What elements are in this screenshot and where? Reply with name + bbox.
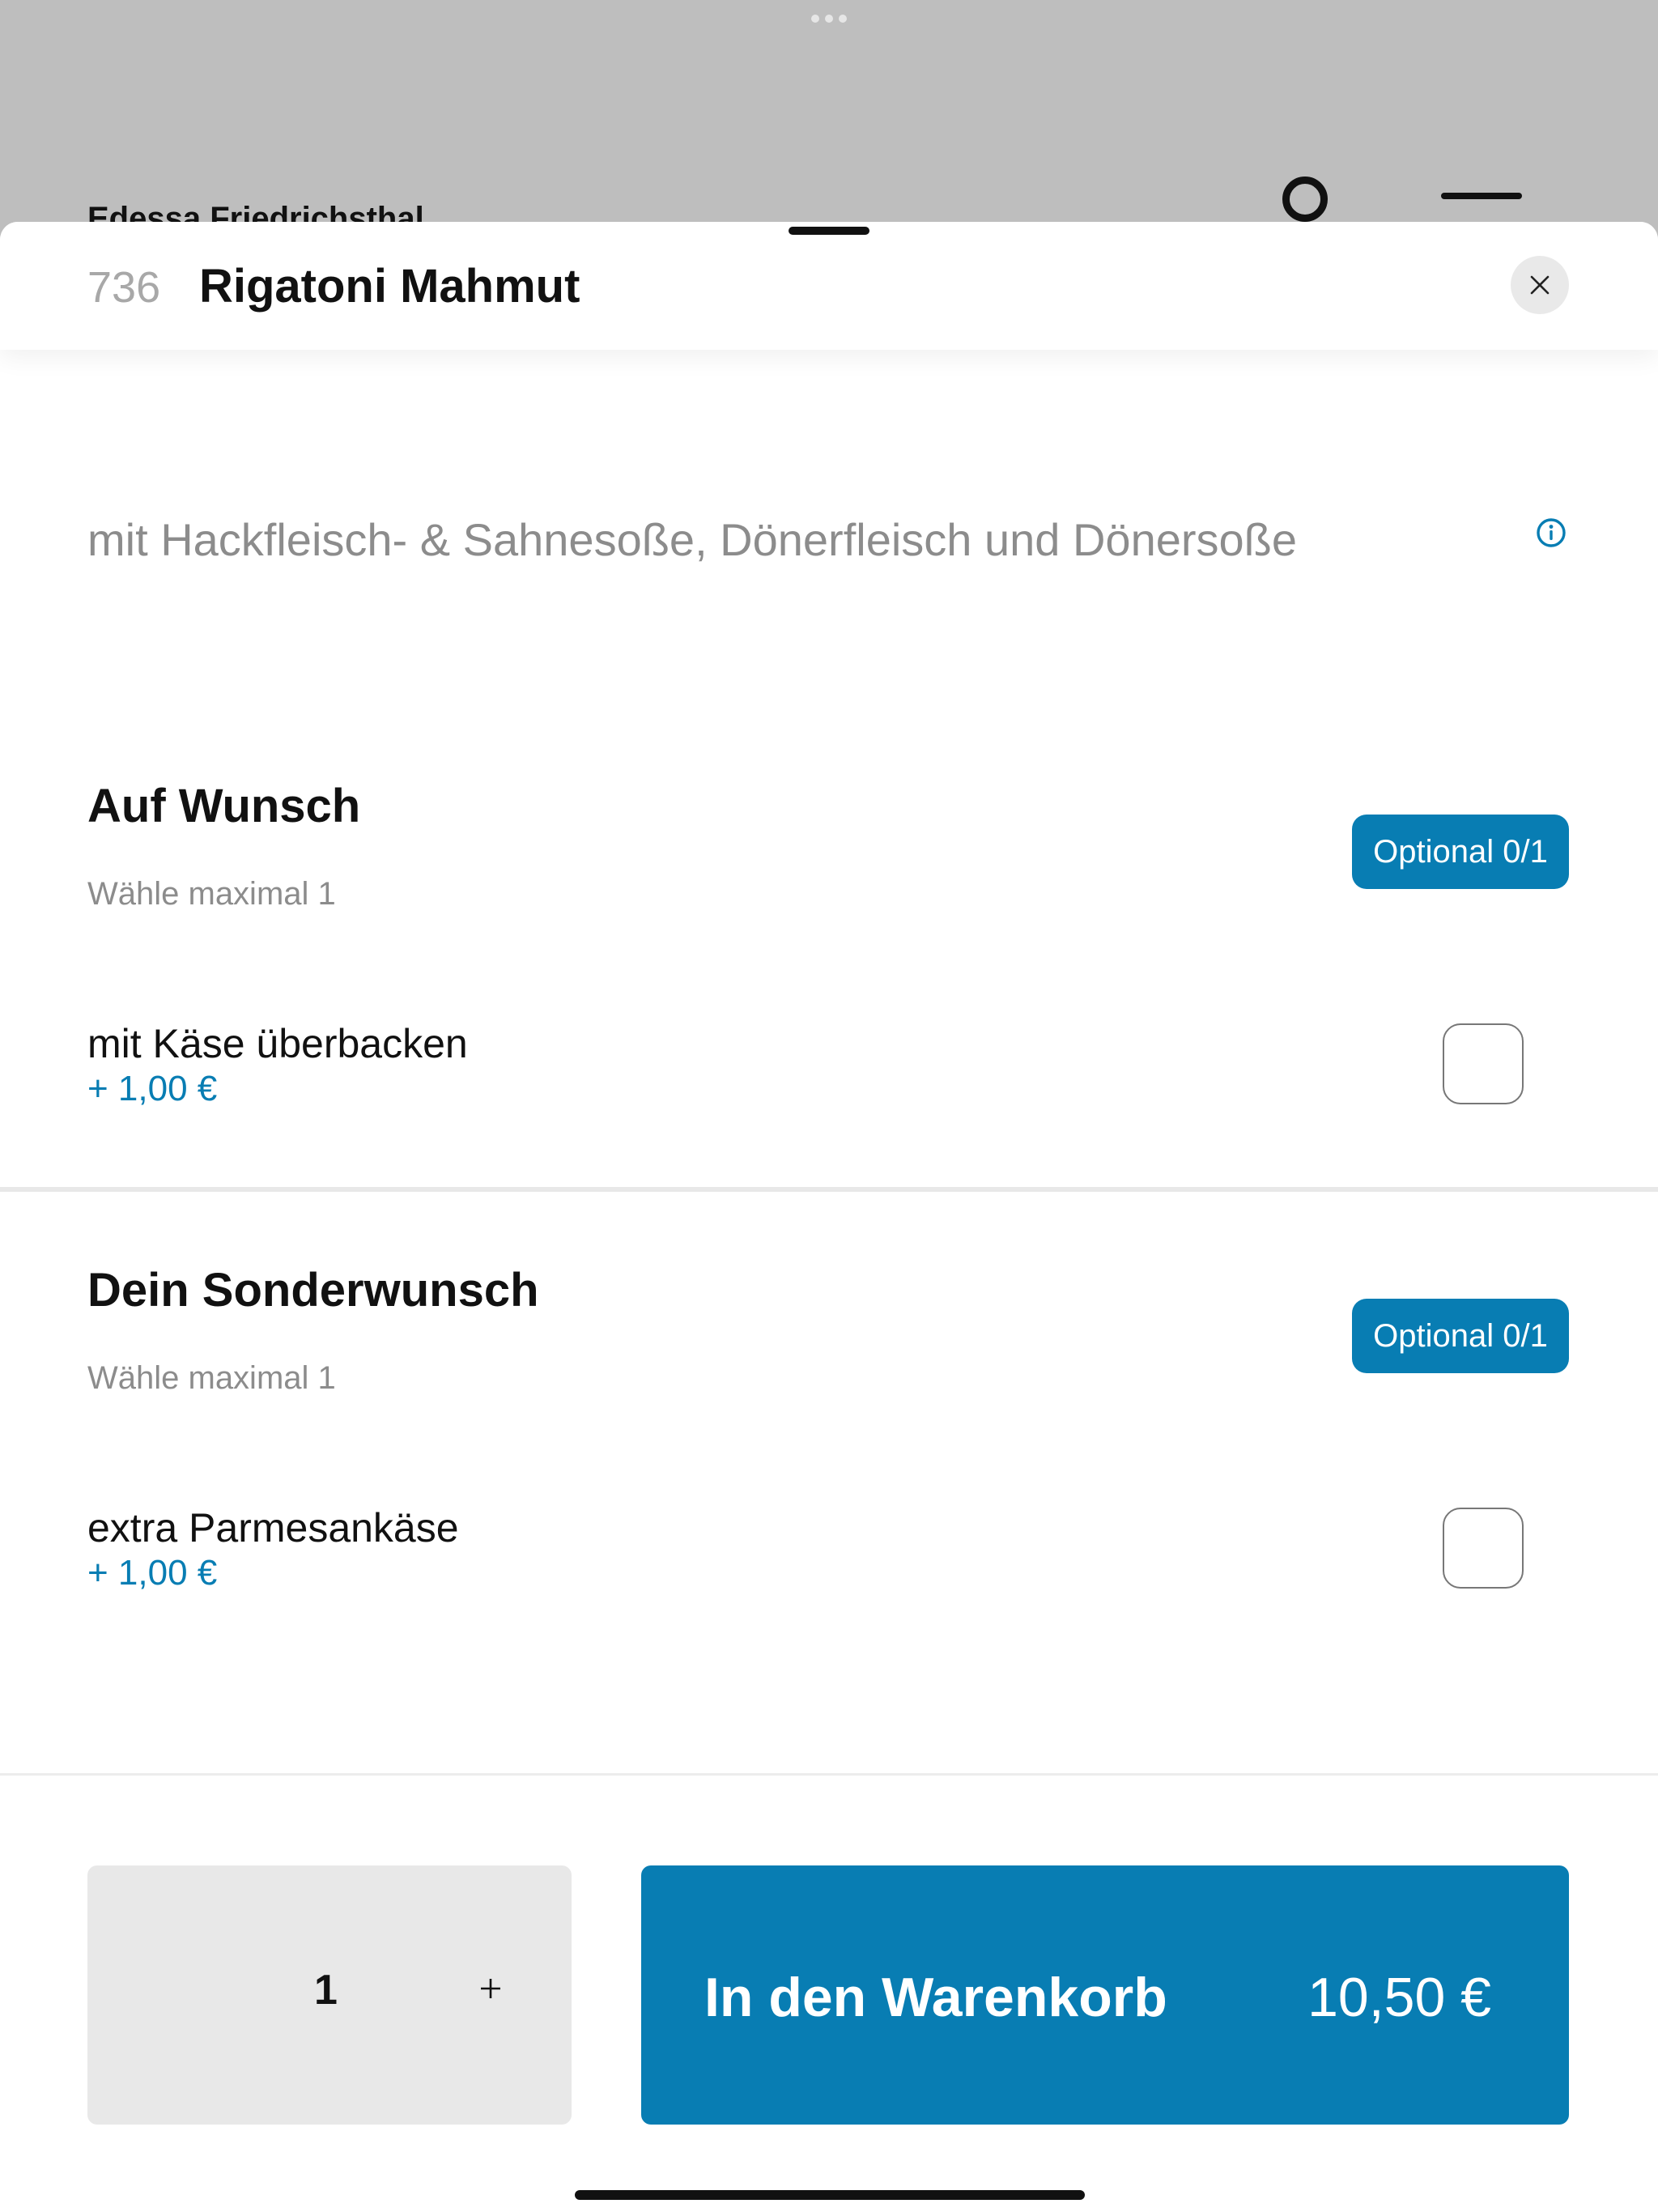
home-indicator[interactable] xyxy=(575,2190,1085,2200)
plus-icon xyxy=(481,1979,500,1998)
group-subtitle: Wähle maximal 1 xyxy=(87,1360,336,1396)
item-description: mit Hackfleisch- & Sahnesoße, Dönerfleis… xyxy=(87,514,1298,565)
product-sheet: 736 Rigatoni Mahmut mit Hackfleisch- & S… xyxy=(0,222,1658,2212)
add-to-cart-button[interactable]: In den Warenkorb 10,50 € xyxy=(641,1865,1569,2125)
multitasking-dots-icon[interactable] xyxy=(811,15,847,23)
option-label-extra-parmesan: extra Parmesankäse xyxy=(87,1505,459,1551)
section-divider xyxy=(0,1187,1658,1192)
hamburger-menu-icon[interactable] xyxy=(1441,193,1522,199)
checkbox-extra-parmesan[interactable] xyxy=(1443,1508,1524,1589)
add-to-cart-label: In den Warenkorb xyxy=(704,1967,1167,2028)
item-number: 736 xyxy=(87,263,161,312)
close-icon xyxy=(1530,275,1550,295)
group-subtitle: Wähle maximal 1 xyxy=(87,876,336,912)
quantity-value: 1 xyxy=(314,1967,338,2014)
group-title-auf-wunsch: Auf Wunsch xyxy=(87,780,361,832)
close-button[interactable] xyxy=(1511,256,1569,314)
option-label-kaese-ueberbacken: mit Käse überbacken xyxy=(87,1021,468,1066)
checkbox-kaese-ueberbacken[interactable] xyxy=(1443,1023,1524,1104)
quantity-increase-button[interactable] xyxy=(458,1956,523,2021)
option-price: + 1,00 € xyxy=(87,1069,218,1108)
optional-badge: Optional 0/1 xyxy=(1352,1299,1569,1373)
group-title-dein-sonderwunsch: Dein Sonderwunsch xyxy=(87,1264,539,1317)
optional-badge: Optional 0/1 xyxy=(1352,815,1569,889)
search-icon[interactable] xyxy=(1282,177,1328,222)
sheet-grabber[interactable] xyxy=(789,227,869,235)
quantity-stepper: 1 xyxy=(87,1865,572,2125)
cart-total-price: 10,50 € xyxy=(1307,1967,1491,2028)
sheet-header: 736 Rigatoni Mahmut xyxy=(0,222,1658,350)
footer-divider xyxy=(0,1773,1658,1776)
option-price: + 1,00 € xyxy=(87,1553,218,1593)
info-icon[interactable] xyxy=(1535,517,1567,549)
item-title: Rigatoni Mahmut xyxy=(199,260,580,313)
